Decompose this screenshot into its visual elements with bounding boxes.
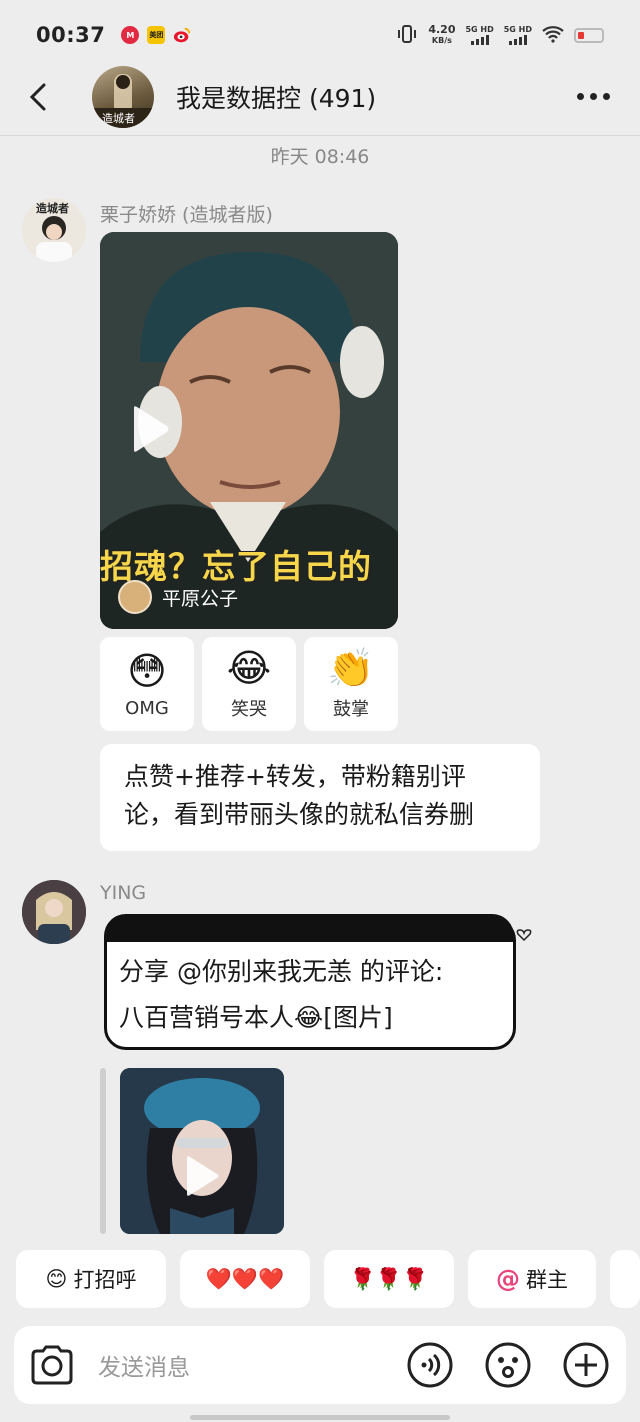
dot-icon — [603, 93, 610, 100]
author-name: 平原公子 — [162, 587, 239, 610]
dot-icon — [577, 93, 584, 100]
reaction-label: 鼓掌 — [333, 699, 369, 720]
reaction-label: OMG — [125, 697, 169, 719]
plus-icon — [563, 1342, 609, 1388]
quick-reply-at-owner[interactable]: @ 群主 — [468, 1250, 596, 1308]
signal-sim1: 5G HD — [465, 25, 494, 45]
message-input-bar: 发送消息 — [14, 1326, 626, 1404]
home-indicator[interactable] — [190, 1415, 450, 1420]
meituan-icon: 美团 — [147, 26, 166, 44]
red-app-icon: M — [121, 26, 140, 44]
chat-header: 造城者 我是数据控 (491) — [0, 58, 640, 136]
sender-name: YING — [100, 882, 147, 904]
quick-reply-greet[interactable]: 😊 打招呼 — [16, 1250, 166, 1308]
hearts-icon: ❤️❤️❤️ — [205, 1266, 285, 1291]
chevron-left-icon — [29, 83, 46, 110]
camera-icon — [31, 1345, 73, 1385]
video-author[interactable]: 平原公子 — [118, 580, 238, 614]
reaction-row: 😳 OMG 😂 笑哭 👏 鼓掌 — [100, 637, 398, 731]
camera-button[interactable] — [28, 1341, 76, 1389]
plus-button[interactable] — [562, 1341, 610, 1389]
text-message-bubble[interactable]: 点赞+推荐+转发，带粉籍别评 论，看到带丽头像的就私信券删 — [100, 744, 540, 851]
message-text-line: 论，看到带丽头像的就私信券删 — [124, 800, 475, 829]
bubble-decoration — [104, 914, 514, 942]
reaction-clap[interactable]: 👏 鼓掌 — [304, 637, 398, 731]
video-caption: 招魂？忘了自己的 — [100, 547, 372, 584]
heart-doodle-icon — [516, 929, 532, 942]
group-avatar[interactable]: 造城者 — [92, 65, 154, 128]
more-options-button[interactable] — [577, 93, 610, 100]
shared-comment-line: 分享 @你别来我无恙 的评论: — [119, 957, 444, 986]
sender-name: 栗子娇娇 (造城者版) — [100, 204, 273, 226]
quick-reply-roses[interactable]: 🌹🌹🌹 — [324, 1250, 454, 1308]
quote-indicator — [100, 1068, 106, 1234]
voice-icon — [407, 1342, 453, 1388]
voice-button[interactable] — [406, 1341, 454, 1389]
sender-avatar[interactable] — [22, 880, 86, 944]
author-avatar — [118, 580, 152, 614]
sender-avatar[interactable]: 造城者 — [22, 198, 86, 262]
wave-smile-icon: 😊 — [45, 1267, 68, 1291]
signal-bars-icon — [508, 35, 527, 45]
clap-icon: 👏 — [327, 646, 375, 690]
group-avatar-caption: 造城者 — [102, 111, 135, 125]
emoji-button[interactable] — [484, 1341, 532, 1389]
quick-reply-label: 群主 — [526, 1268, 568, 1292]
wifi-icon — [542, 25, 564, 46]
quick-reply-label: 打招呼 — [73, 1268, 137, 1292]
roses-icon: 🌹🌹🌹 — [349, 1266, 429, 1291]
play-icon[interactable] — [184, 1155, 220, 1197]
flushed-face-icon: 😳 — [127, 648, 167, 693]
dot-icon — [590, 93, 597, 100]
net-speed: 4.20 KB/s — [428, 22, 456, 45]
shared-comment-line: 八百营销号本人😂[图片] — [119, 1003, 393, 1032]
quick-reply-more[interactable] — [610, 1250, 640, 1308]
play-icon[interactable] — [130, 405, 170, 453]
message-input[interactable]: 发送消息 — [98, 1348, 190, 1382]
back-button[interactable] — [28, 82, 58, 112]
at-icon: @ — [496, 1265, 520, 1293]
status-time: 00:37 — [36, 23, 106, 47]
reaction-laugh-cry[interactable]: 😂 笑哭 — [202, 637, 296, 731]
reaction-label: 笑哭 — [231, 699, 267, 720]
laugh-cry-icon: 😂 — [226, 646, 272, 690]
quick-reply-hearts[interactable]: ❤️❤️❤️ — [180, 1250, 310, 1308]
chat-title: 我是数据控 (491) — [176, 83, 377, 113]
weibo-icon — [173, 26, 191, 44]
vibrate-icon — [396, 24, 418, 46]
signal-sim2: 5G HD — [504, 25, 532, 45]
signal-bars-icon — [470, 35, 489, 45]
smiley-icon — [485, 1342, 531, 1388]
status-app-icons: M 美团 — [121, 26, 191, 44]
message-timestamp: 昨天 08:46 — [270, 146, 370, 168]
shared-image[interactable] — [120, 1068, 284, 1234]
sender-avatar-caption: 造城者 — [36, 202, 69, 215]
reaction-omg[interactable]: 😳 OMG — [100, 637, 194, 731]
message-text-line: 点赞+推荐+转发，带粉籍别评 — [124, 762, 466, 791]
battery-icon — [574, 27, 604, 43]
quick-reply-bar: 😊 打招呼 ❤️❤️❤️ 🌹🌹🌹 @ 群主 — [16, 1250, 640, 1308]
